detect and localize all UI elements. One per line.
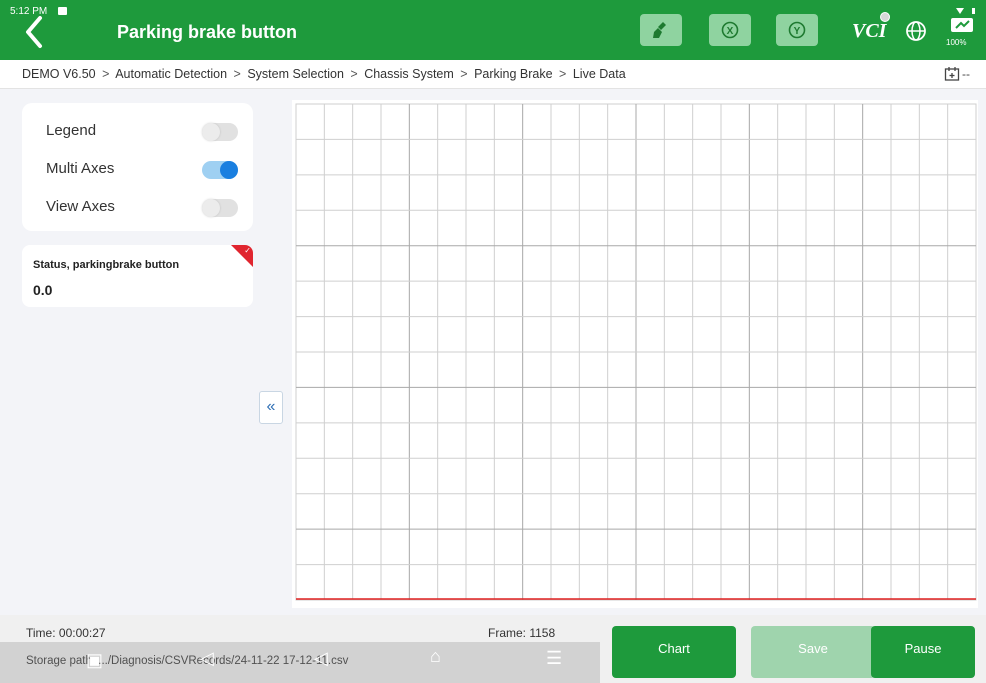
breadcrumb-item[interactable]: Chassis System: [364, 67, 454, 81]
menu-nav-icon[interactable]: ☰: [546, 648, 562, 669]
breadcrumb-item[interactable]: DEMO V6.50: [22, 67, 96, 81]
multi-axes-label: Multi Axes: [46, 160, 115, 177]
multi-axes-toggle-row: Multi Axes: [46, 157, 241, 181]
svg-text:X: X: [727, 26, 734, 37]
screenshot-icon[interactable]: ▣: [86, 650, 103, 671]
battery-icon: [951, 8, 975, 32]
legend-label: Legend: [46, 122, 97, 139]
home-nav-icon[interactable]: ⌂: [430, 646, 441, 667]
breadcrumb: DEMO V6.50 > Automatic Detection > Syste…: [22, 67, 626, 81]
vci-status-icon: [880, 12, 890, 22]
view-axes-switch[interactable]: [202, 199, 238, 217]
battery-level: 100%: [946, 38, 967, 47]
collapse-panel-button[interactable]: «: [259, 391, 283, 424]
breadcrumb-item[interactable]: System Selection: [247, 67, 344, 81]
record-time: --: [962, 67, 970, 81]
pause-button[interactable]: Pause: [871, 626, 975, 678]
chart-button[interactable]: Chart: [612, 626, 736, 678]
back-arrow-icon: [26, 16, 42, 48]
y-button[interactable]: Y: [776, 14, 818, 46]
back-button[interactable]: [18, 12, 54, 52]
chart-canvas: [295, 103, 977, 601]
legend-toggle-row: Legend: [46, 119, 241, 143]
view-axes-label: View Axes: [46, 198, 115, 215]
back-nav-icon[interactable]: ◁: [314, 648, 328, 669]
breadcrumb-item: Live Data: [572, 67, 626, 81]
app-header: 5:12 PM Parking brake button X Y VCI 100…: [0, 0, 986, 60]
pause-button-label: Pause: [904, 641, 942, 656]
clear-x-icon: X: [721, 21, 739, 39]
system-nav-bar: ▣ ◁ ◁ ⌂ ☰: [0, 642, 600, 683]
check-y-icon: Y: [788, 21, 806, 39]
globe-icon[interactable]: [905, 20, 927, 42]
check-icon: ✓: [244, 246, 251, 255]
notification-icon: [58, 7, 67, 15]
breadcrumb-bar: DEMO V6.50 > Automatic Detection > Syste…: [0, 60, 986, 89]
volume-down-icon[interactable]: ◁: [200, 648, 214, 669]
x-button[interactable]: X: [709, 14, 751, 46]
chart-button-label: Chart: [658, 641, 690, 656]
frame-count: Frame: 1158: [488, 626, 556, 640]
vci-label: VCI: [852, 20, 887, 42]
legend-switch[interactable]: [202, 123, 238, 141]
page-title: Parking brake button: [117, 22, 298, 42]
breadcrumb-item[interactable]: Parking Brake: [474, 67, 553, 81]
save-button[interactable]: Save: [751, 626, 875, 678]
broom-icon: [653, 22, 666, 38]
save-button-label: Save: [798, 641, 828, 656]
display-options-card: Legend Multi Axes View Axes: [22, 103, 253, 231]
clear-data-button[interactable]: [640, 14, 682, 46]
live-data-chart: [292, 100, 978, 608]
svg-text:Y: Y: [794, 26, 801, 37]
data-item-name: Status, parkingbrake button: [33, 259, 180, 271]
calendar-icon[interactable]: [944, 66, 960, 82]
view-axes-toggle-row: View Axes: [46, 195, 241, 219]
live-data-item-card[interactable]: Status, parkingbrake button 0.0 ✓: [22, 245, 253, 307]
data-item-value: 0.0: [33, 282, 53, 298]
elapsed-time: Time: 00:00:27: [26, 626, 106, 640]
breadcrumb-item[interactable]: Automatic Detection: [115, 67, 227, 81]
multi-axes-switch[interactable]: [202, 161, 238, 179]
